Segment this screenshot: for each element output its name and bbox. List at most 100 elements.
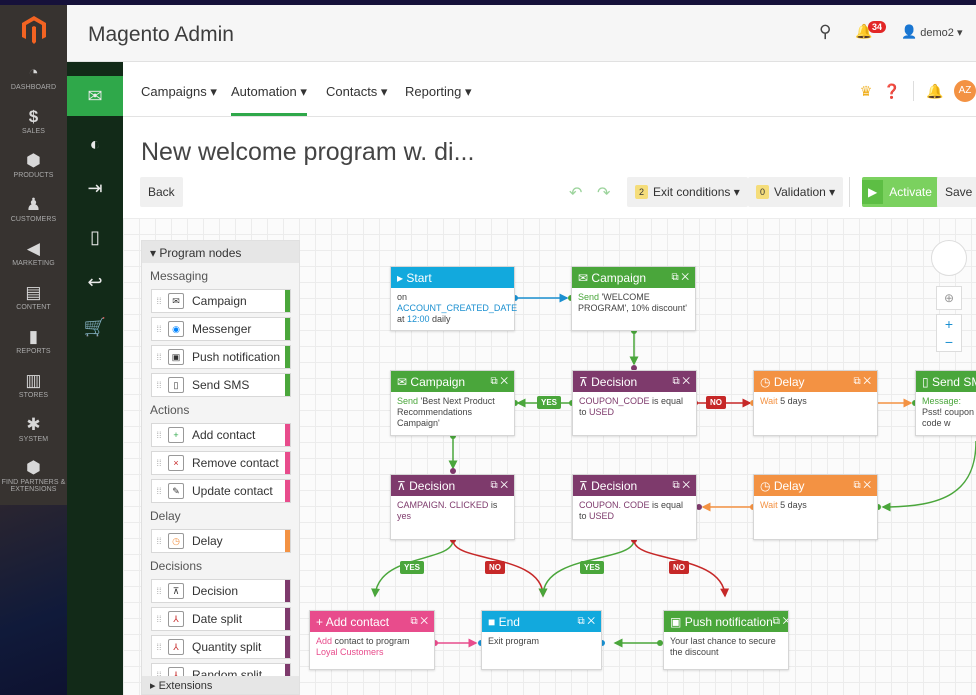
megaphone-icon: ◀ [26, 238, 41, 258]
nav-reporting[interactable]: Reporting ▾ [405, 84, 472, 100]
node-campaign-recommend[interactable]: ✉ Campaign ⧉ ✕ Send 'Best Next Product Re… [390, 370, 515, 436]
node-campaign-welcome[interactable]: ✉ Campaign ⧉ ✕ Send 'WELCOME PROGRAM', 10… [571, 266, 696, 331]
palette-item-decision[interactable]: ⁞⁞ ⊼ Decision [151, 579, 291, 603]
node-delay-2[interactable]: ◷ Delay ⧉ ✕ Wait 5 days [753, 474, 878, 540]
exit-conditions-button[interactable]: 2 Exit conditions ▾ [627, 177, 748, 207]
node-add-contact[interactable]: + Add contact ⧉ ✕ Add contact to program … [309, 610, 435, 670]
nav-content[interactable]: ▤ CONTENT [0, 275, 67, 319]
node-decision-coupon-1[interactable]: ⊼ Decision ⧉ ✕ COUPON_CODE is equal to US… [572, 370, 697, 436]
color-bar [285, 424, 290, 446]
node-end[interactable]: ■ End ⧉ ✕ Exit program [481, 610, 602, 670]
node-actions[interactable]: ⧉ ✕ [490, 376, 508, 387]
group-label-actions: Actions [150, 403, 190, 417]
palette-item-quantity-split[interactable]: ⁞⁞ ⅄ Quantity split [151, 635, 291, 659]
drag-handle-icon[interactable]: ⁞⁞ [152, 380, 166, 390]
nav-reports[interactable]: ▮ REPORTS [0, 319, 67, 363]
node-actions[interactable]: ⧉ ✕ [672, 480, 690, 491]
palette-item-messenger[interactable]: ⁞⁞ ◉ Messenger [151, 317, 291, 341]
avatar[interactable]: AZ [954, 80, 976, 102]
crown-icon[interactable]: ♛ [853, 83, 879, 100]
palette-item-send-sms[interactable]: ⁞⁞ ▯ Send SMS [151, 373, 291, 397]
palette-item-delay[interactable]: ⁞⁞ ◷ Delay [151, 529, 291, 553]
divider [913, 81, 914, 101]
node-actions[interactable]: ⧉ ✕ [672, 376, 690, 387]
mail-icon: ✉ [397, 374, 408, 389]
palette-item-add-contact[interactable]: ⁞⁞ + Add contact [151, 423, 291, 447]
palette-item-push-notification[interactable]: ⁞⁞ ▣ Push notification [151, 345, 291, 369]
undo-icon[interactable]: ↶ [569, 183, 582, 203]
split-icon: ⅄ [168, 611, 184, 627]
activate-button[interactable]: ▶ Activate [862, 177, 938, 207]
nav-automation[interactable]: Automation ▾ [231, 84, 307, 116]
node-push-notification[interactable]: ▣ Push notification ⧉ ✕ Your last chance … [663, 610, 789, 670]
node-actions[interactable]: ⧉ ✕ [671, 272, 689, 283]
node-actions[interactable]: ⧉ ✕ [410, 616, 428, 627]
search-icon[interactable]: ⚲ [819, 22, 831, 42]
palette-item-remove-contact[interactable]: ⁞⁞ × Remove contact [151, 451, 291, 475]
nav-contacts[interactable]: Contacts ▾ [326, 84, 387, 100]
nav-customers[interactable]: ♟ CUSTOMERS [0, 187, 67, 231]
palette-item-campaign[interactable]: ⁞⁞ ✉ Campaign [151, 289, 291, 313]
nav-dashboard[interactable]: ◔ DASHBOARD [0, 55, 67, 99]
node-actions[interactable]: ⧉ ✕ [853, 376, 871, 387]
cart-icon[interactable]: 🛒 [67, 307, 123, 347]
save-button[interactable]: Save [937, 177, 976, 207]
bell-icon[interactable]: 🔔 [922, 83, 948, 100]
edit-user-icon: ✎ [168, 483, 184, 499]
drag-handle-icon[interactable]: ⁞⁞ [152, 614, 166, 624]
magento-logo[interactable] [0, 5, 67, 55]
node-actions[interactable]: ⧉ ✕ [577, 616, 595, 627]
timer-icon: ◷ [168, 533, 184, 549]
node-send-sms[interactable]: ▯ Send SMS Message: Psst! coupon code w [915, 370, 976, 436]
nav-products[interactable]: ⬢ PRODUCTS [0, 143, 67, 187]
back-button[interactable]: Back [140, 177, 183, 207]
reply-mail-icon[interactable]: ↩ [67, 262, 123, 302]
drag-handle-icon[interactable]: ⁞⁞ [152, 486, 166, 496]
drag-handle-icon[interactable]: ⁞⁞ [152, 642, 166, 652]
nav-find-partners[interactable]: ⬢ FIND PARTNERS & EXTENSIONS [0, 451, 67, 501]
nav-campaigns[interactable]: Campaigns ▾ [141, 84, 217, 100]
node-start[interactable]: ▸ Start on ACCOUNT_CREATED_DATE at 12:00 d… [390, 266, 517, 331]
color-bar [285, 318, 290, 340]
zoom-in-icon[interactable]: + [937, 315, 961, 333]
drag-handle-icon[interactable]: ⁞⁞ [152, 296, 166, 306]
layout-icon: ▤ [25, 282, 42, 302]
node-decision-clicked[interactable]: ⊼ Decision ⧉ ✕ CAMPAIGN. CLICKED is yes [390, 474, 515, 540]
email-icon[interactable]: ✉ [67, 76, 123, 116]
node-actions[interactable]: ⧉ ✕ [773, 616, 788, 627]
nav-system[interactable]: ✱ SYSTEM [0, 407, 67, 451]
fit-icon[interactable]: ⊕ [936, 286, 962, 310]
node-actions[interactable]: ⧉ ✕ [490, 480, 508, 491]
export-icon[interactable]: ⇥ [67, 168, 123, 208]
color-bar [285, 290, 290, 312]
drag-handle-icon[interactable]: ⁞⁞ [152, 430, 166, 440]
pan-control[interactable] [931, 240, 967, 276]
pie-chart-icon[interactable]: ◐ [67, 124, 123, 164]
drag-handle-icon[interactable]: ⁞⁞ [152, 352, 166, 362]
mobile-icon[interactable]: ▯ [67, 217, 123, 257]
app-content: Campaigns ▾ Automation ▾ Contacts ▾ Repo… [123, 62, 976, 695]
sms-icon: ▯ [168, 377, 184, 393]
palette-item-date-split[interactable]: ⁞⁞ ⅄ Date split [151, 607, 291, 631]
drag-handle-icon[interactable]: ⁞⁞ [152, 586, 166, 596]
extensions-toggle[interactable]: ▸ Extensions [142, 676, 299, 694]
help-icon[interactable]: ❓ [879, 83, 905, 100]
palette-header[interactable]: ▾ Program nodes [142, 241, 299, 263]
node-decision-coupon-2[interactable]: ⊼ Decision ⧉ ✕ COUPON. CODE is equal to U… [572, 474, 697, 540]
nav-stores[interactable]: ▥ STORES [0, 363, 67, 407]
validation-button[interactable]: 0 Validation ▾ [748, 177, 844, 207]
yes-tag: YES [400, 561, 425, 574]
zoom-out-icon[interactable]: − [937, 333, 961, 351]
drag-handle-icon[interactable]: ⁞⁞ [152, 324, 166, 334]
nav-marketing[interactable]: ◀ MARKETING [0, 231, 67, 275]
drag-handle-icon[interactable]: ⁞⁞ [152, 536, 166, 546]
no-tag: NO [706, 396, 726, 409]
redo-icon[interactable]: ↷ [597, 183, 610, 203]
node-actions[interactable]: ⧉ ✕ [853, 480, 871, 491]
drag-handle-icon[interactable]: ⁞⁞ [152, 458, 166, 468]
nav-sales[interactable]: $ SALES [0, 99, 67, 143]
palette-item-update-contact[interactable]: ⁞⁞ ✎ Update contact [151, 479, 291, 503]
workflow-canvas[interactable]: ▾ Program nodes Messaging ⁞⁞ ✉ Campaign ⁞⁞… [123, 218, 976, 695]
user-menu[interactable]: 👤 demo2 ▾ [901, 24, 962, 40]
node-delay-1[interactable]: ◷ Delay ⧉ ✕ Wait 5 days [753, 370, 878, 436]
